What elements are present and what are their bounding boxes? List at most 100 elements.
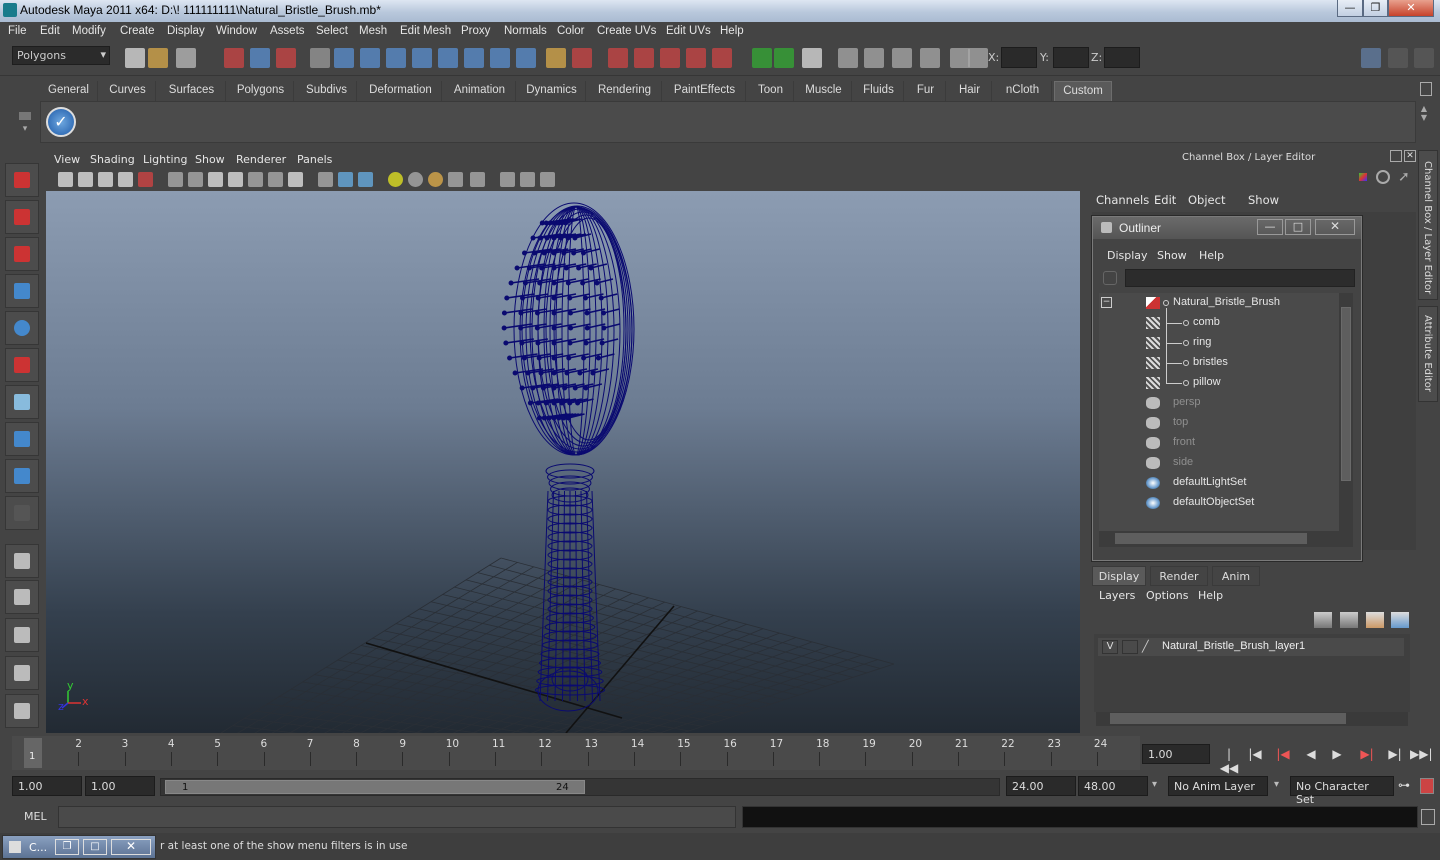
outliner-item[interactable]: Natural_Bristle_Brush (1173, 296, 1280, 308)
layer-color-icon[interactable]: ╱ (1142, 640, 1156, 654)
status-tool-icon[interactable] (490, 48, 510, 68)
status-tool-icon[interactable] (608, 48, 628, 68)
shelf-tab-polygons[interactable]: Polygons (228, 81, 294, 101)
viewport-tool-icon[interactable] (338, 172, 353, 187)
outliner-menu-display[interactable]: Display (1107, 249, 1148, 262)
outliner-layout-button[interactable] (5, 618, 39, 652)
viewport-menu-view[interactable]: View (54, 153, 80, 166)
end-time-field[interactable]: 48.00 (1078, 776, 1148, 796)
layer-tab-anim[interactable]: Anim (1212, 566, 1260, 586)
outliner-menu-help[interactable]: Help (1199, 249, 1224, 262)
layer-menu-options[interactable]: Options (1146, 589, 1188, 602)
shelf-tab-painteffects[interactable]: PaintEffects (664, 81, 746, 101)
viewport-menu-panels[interactable]: Panels (297, 153, 332, 166)
viewport-tool-icon[interactable] (358, 172, 373, 187)
viewport-tool-icon[interactable] (288, 172, 303, 187)
shelf-tab-curves[interactable]: Curves (100, 81, 156, 101)
status-tool-icon[interactable] (148, 48, 168, 68)
outliner-item[interactable]: bristles (1193, 356, 1228, 368)
menu-create[interactable]: Create (120, 25, 155, 37)
channel-box-menu-channels[interactable]: Channels (1096, 193, 1149, 207)
viewport-tool-icon[interactable] (540, 172, 555, 187)
layer-row[interactable]: V ╱ Natural_Bristle_Brush_layer1 (1098, 638, 1404, 656)
status-tool-icon[interactable] (712, 48, 732, 68)
menu-mesh[interactable]: Mesh (359, 25, 387, 37)
collapse-toggle-icon[interactable]: − (1101, 297, 1112, 308)
restore-button[interactable]: ❐ (1363, 0, 1388, 17)
go-to-end-icon[interactable]: ▶▶| (1410, 747, 1433, 765)
viewport-tool-icon[interactable] (118, 172, 133, 187)
perspective-viewport[interactable]: y x z (46, 191, 1080, 733)
viewport-tool-icon[interactable] (228, 172, 243, 187)
viewport-tool-icon[interactable] (428, 172, 443, 187)
outliner-vertical-scrollbar[interactable] (1339, 293, 1353, 531)
status-tool-icon[interactable] (546, 48, 566, 68)
menu-modify[interactable]: Modify (72, 25, 106, 37)
status-tool-icon[interactable] (412, 48, 432, 68)
menu-edit-uvs[interactable]: Edit UVs (666, 25, 711, 37)
shelf-tab-animation[interactable]: Animation (444, 81, 516, 101)
checkmark-shelf-button[interactable]: ✓ (46, 107, 76, 137)
outliner-item[interactable]: pillow (1193, 376, 1221, 388)
shelf-tab-general[interactable]: General (40, 81, 98, 101)
status-tool-icon[interactable] (438, 48, 458, 68)
start-time-field[interactable]: 1.00 (12, 776, 82, 796)
viewport-tool-icon[interactable] (408, 172, 423, 187)
status-tool-icon[interactable] (920, 48, 940, 68)
viewport-menu-lighting[interactable]: Lighting (143, 153, 187, 166)
current-time-marker[interactable]: 1 (24, 738, 42, 768)
move-layer-up-icon[interactable] (1314, 612, 1332, 628)
lasso-tool-button[interactable] (5, 200, 39, 234)
command-language-label[interactable]: MEL (24, 810, 47, 823)
status-tool-icon[interactable] (774, 48, 794, 68)
viewport-tool-icon[interactable] (268, 172, 283, 187)
toggle-attribute-editor-icon[interactable] (1388, 48, 1408, 68)
viewport-tool-icon[interactable] (208, 172, 223, 187)
outliner-filter-icon[interactable] (1103, 271, 1117, 285)
key-icon[interactable]: ⊶ (1398, 778, 1410, 792)
trash-icon[interactable] (1420, 82, 1432, 96)
shelf-tab-ncloth[interactable]: nCloth (994, 81, 1052, 101)
minimized-window-tab[interactable]: C... ❐ □ ✕ (2, 835, 156, 859)
status-tool-icon[interactable] (464, 48, 484, 68)
last-tool-button[interactable] (5, 496, 39, 530)
side-tab-attribute-editor[interactable]: Attribute Editor (1418, 306, 1438, 402)
outliner-item[interactable]: comb (1193, 316, 1220, 328)
outliner-item[interactable]: defaultObjectSet (1173, 496, 1254, 508)
shelf-tab-rendering[interactable]: Rendering (588, 81, 662, 101)
command-input[interactable] (58, 806, 736, 828)
viewport-tool-icon[interactable] (138, 172, 153, 187)
anim-prefs-icon[interactable] (1420, 778, 1434, 794)
playback-start-field[interactable]: 1.00 (85, 776, 155, 796)
new-layer-icon[interactable] (1366, 612, 1384, 628)
menu-select[interactable]: Select (316, 25, 348, 37)
move-icon[interactable] (1356, 170, 1370, 184)
viewport-tool-icon[interactable] (58, 172, 73, 187)
menu-normals[interactable]: Normals (504, 25, 547, 37)
script-editor-icon[interactable] (1421, 809, 1435, 825)
menu-display[interactable]: Display (167, 25, 205, 37)
close-window-button[interactable]: ✕ (111, 839, 151, 855)
single-perspective-layout-button[interactable] (5, 544, 39, 578)
shelf-tab-hair[interactable]: Hair (948, 81, 992, 101)
status-tool-icon[interactable] (334, 48, 354, 68)
time-slider[interactable] (12, 736, 1140, 770)
float-panel-icon[interactable] (1390, 150, 1402, 162)
current-time-field[interactable]: 1.00 (1142, 744, 1210, 764)
layer-type-toggle[interactable] (1122, 640, 1138, 654)
shelf-tab-subdivs[interactable]: Subdivs (297, 81, 357, 101)
viewport-tool-icon[interactable] (248, 172, 263, 187)
shelf-tab-custom[interactable]: Custom (1054, 81, 1112, 101)
menu-file[interactable]: File (8, 25, 27, 37)
select-tool-button[interactable] (5, 163, 39, 197)
viewport-tool-icon[interactable] (520, 172, 535, 187)
status-tool-icon[interactable] (386, 48, 406, 68)
menu-create-uvs[interactable]: Create UVs (597, 25, 656, 37)
shelf-tab-fur[interactable]: Fur (906, 81, 946, 101)
new-layer-from-selected-icon[interactable] (1391, 612, 1409, 628)
outliner-item[interactable]: ring (1193, 336, 1211, 348)
status-tool-icon[interactable] (224, 48, 244, 68)
outliner-item[interactable]: persp (1173, 396, 1201, 408)
outliner-scroll-thumb[interactable] (1341, 307, 1351, 481)
toggle-tool-settings-icon[interactable] (1414, 48, 1434, 68)
